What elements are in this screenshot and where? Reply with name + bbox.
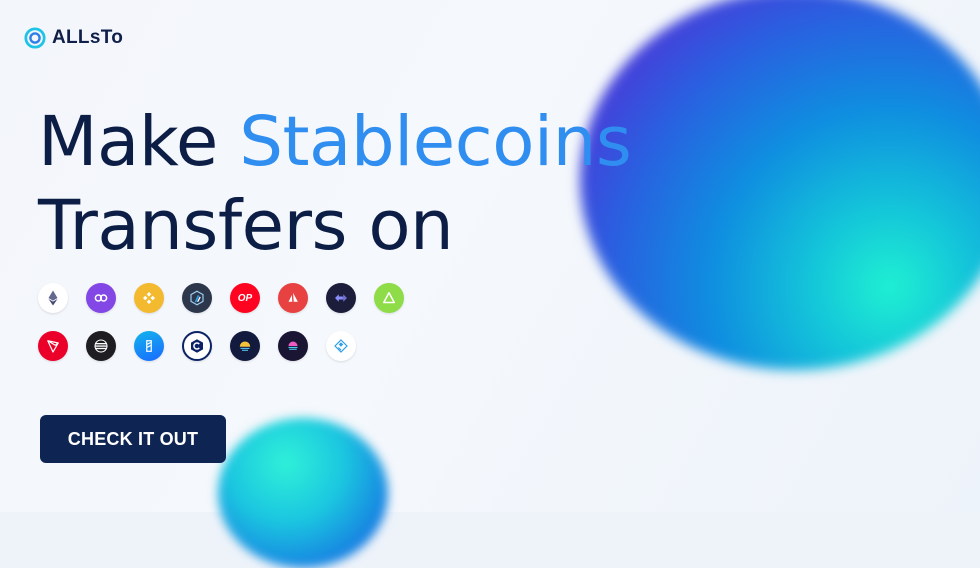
- headline-accent: Stablecoins: [239, 102, 632, 182]
- ethereum-icon: [38, 283, 68, 313]
- optimism-label: OP: [237, 292, 253, 304]
- sunrise-chain-icon: [230, 331, 260, 361]
- network-icons-row-1: OP: [38, 283, 404, 313]
- headline-line2: Transfers on: [38, 186, 454, 266]
- headline-prefix: Make: [38, 102, 240, 182]
- linea-chain-icon: [326, 331, 356, 361]
- tron-icon: [38, 331, 68, 361]
- bridge-arrows-icon: [326, 283, 356, 313]
- polygon-icon: [86, 283, 116, 313]
- allsto-logo-icon: [24, 27, 46, 49]
- brand-logo[interactable]: ALLsTo: [24, 27, 123, 49]
- sunset-chain-icon: [278, 331, 308, 361]
- network-icons-row-2: [38, 331, 356, 361]
- avalanche-icon: [278, 283, 308, 313]
- optimism-icon: OP: [230, 283, 260, 313]
- triangle-network-icon: [374, 283, 404, 313]
- brand-name: ALLsTo: [52, 27, 124, 48]
- gradient-orb-small: [218, 418, 388, 568]
- aptos-icon: [86, 331, 116, 361]
- bnb-chain-icon: [134, 283, 164, 313]
- arbitrum-icon: [182, 283, 212, 313]
- check-it-out-button[interactable]: CHECK IT OUT: [40, 415, 226, 463]
- fantom-icon: [134, 331, 164, 361]
- hero-headline: Make Stablecoins Transfers on: [38, 100, 632, 268]
- cronos-icon: [182, 331, 212, 361]
